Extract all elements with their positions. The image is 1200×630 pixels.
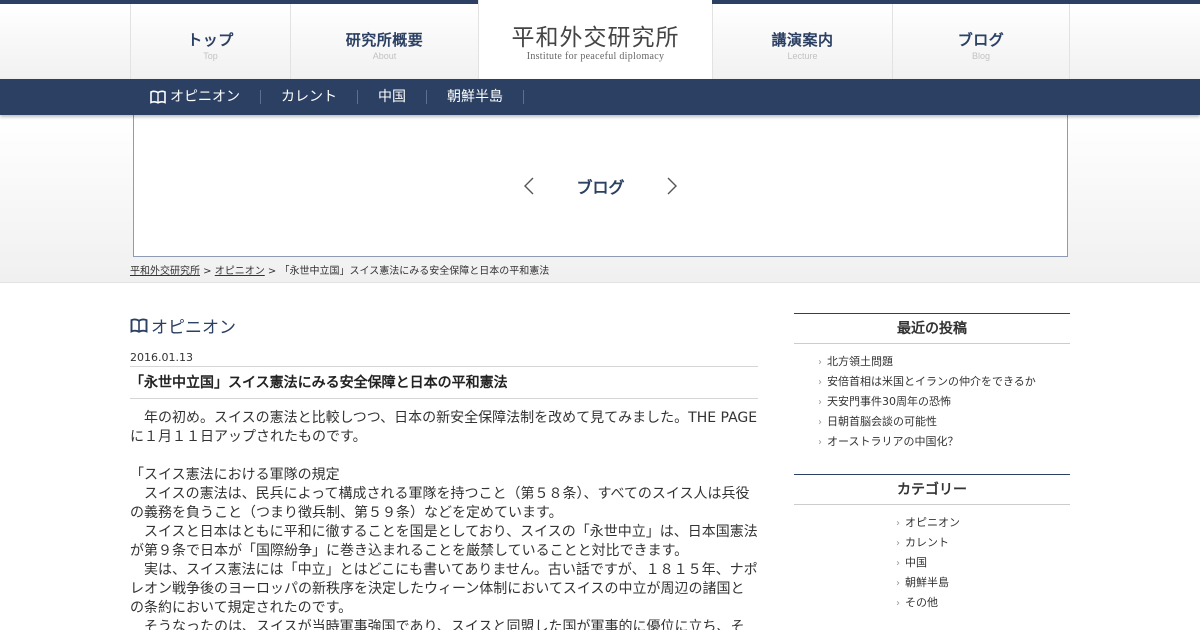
- recent-post-label: オーストラリアの中国化？: [827, 435, 959, 448]
- nav-lecture-sublabel: Lecture: [787, 50, 818, 61]
- subnav-opinion[interactable]: オピニオン: [130, 90, 261, 104]
- nav-about-label: 研究所概要: [345, 30, 424, 49]
- logo-subtitle: Institute for peaceful diplomacy: [526, 50, 665, 62]
- category-heading-label: オピニオン: [151, 317, 236, 338]
- section-divider: [0, 282, 1200, 283]
- nav-lecture-label: 講演案内: [771, 30, 834, 49]
- recent-post-item[interactable]: › 安倍首相は米国とイランの仲介をできるか: [818, 372, 1070, 392]
- nav-lecture[interactable]: 講演案内 Lecture: [712, 4, 892, 79]
- recent-post-label: 安倍首相は米国とイランの仲介をできるか: [827, 375, 1036, 388]
- categories-title: カテゴリー: [794, 474, 1070, 505]
- category-item[interactable]: › オピニオン: [896, 513, 1070, 533]
- nav-about[interactable]: 研究所概要 About: [290, 4, 478, 79]
- category-nav: オピニオン カレント 中国 朝鮮半島: [0, 79, 1200, 115]
- recent-post-item[interactable]: › 日朝首脳会談の可能性: [818, 412, 1070, 432]
- chevron-right-icon[interactable]: [665, 176, 679, 196]
- post-paragraph: 実は、スイス憲法には「中立」とはどこにも書いてありません。古い話ですが、１８１５…: [130, 562, 758, 616]
- post-title: 「永世中立国」スイス憲法にみる安全保障と日本の平和憲法: [130, 367, 758, 399]
- post-content: オピニオン 2016.01.13 「永世中立国」スイス憲法にみる安全保障と日本の…: [130, 313, 758, 630]
- post-paragraph: 「スイス憲法における軍隊の規定: [130, 467, 340, 483]
- category-label: 朝鮮半島: [905, 576, 949, 589]
- breadcrumb-home[interactable]: 平和外交研究所: [130, 266, 200, 277]
- breadcrumb-separator: >: [264, 266, 280, 277]
- category-label: その他: [905, 596, 938, 609]
- breadcrumb-separator: >: [200, 266, 215, 277]
- hero-banner: ブログ: [133, 115, 1068, 257]
- chevron-right-icon: ›: [896, 598, 900, 609]
- nav-top-label: トップ: [187, 30, 234, 49]
- post-paragraph: そうなったのは、スイスが当時軍事強国であり、スイスと同盟した国が軍事的に優位に立…: [130, 619, 745, 630]
- logo-title: 平和外交研究所: [511, 24, 680, 51]
- chevron-left-icon[interactable]: [522, 176, 536, 196]
- book-icon: [150, 90, 166, 104]
- subnav-china[interactable]: 中国: [358, 90, 427, 104]
- post-paragraph: スイスと日本はともに平和に徹することを国是としており、スイスの「永世中立」は、日…: [130, 524, 758, 559]
- post-body: 年の初め。スイスの憲法と比較しつつ、日本の新安全保障法制を改めて見てみました。T…: [130, 409, 758, 630]
- breadcrumb-category[interactable]: オピニオン: [215, 266, 265, 277]
- chevron-right-icon: ›: [818, 357, 822, 368]
- hero-title: ブログ: [576, 177, 625, 197]
- recent-posts-widget: 最近の投稿 › 北方領土問題 › 安倍首相は米国とイランの仲介をできるか › 天安門事…: [794, 313, 1070, 452]
- chevron-right-icon: ›: [896, 578, 900, 589]
- chevron-right-icon: ›: [896, 558, 900, 569]
- nav-blog-sublabel: Blog: [971, 50, 990, 61]
- chevron-right-icon: ›: [818, 417, 822, 428]
- sidebar: 最近の投稿 › 北方領土問題 › 安倍首相は米国とイランの仲介をできるか › 天安門事…: [794, 313, 1070, 613]
- post-paragraph: 年の初め。スイスの憲法と比較しつつ、日本の新安全保障法制を改めて見てみました。T…: [130, 410, 758, 445]
- category-item[interactable]: › その他: [896, 593, 1070, 613]
- recent-posts-list: › 北方領土問題 › 安倍首相は米国とイランの仲介をできるか › 天安門事件30周年の…: [818, 352, 1070, 452]
- book-icon: [130, 318, 148, 333]
- recent-post-label: 天安門事件30周年の恐怖: [827, 395, 951, 408]
- nav-top-sublabel: Top: [203, 50, 218, 61]
- recent-posts-title: 最近の投稿: [794, 313, 1070, 344]
- chevron-right-icon: ›: [896, 538, 900, 549]
- category-heading: オピニオン: [130, 313, 758, 338]
- subnav-current[interactable]: カレント: [261, 90, 358, 104]
- nav-about-sublabel: About: [372, 50, 397, 61]
- hero-section: ブログ 平和外交研究所 > オピニオン > 「永世中立国」スイス憲法にみる安全保…: [0, 115, 1200, 282]
- recent-post-item[interactable]: › オーストラリアの中国化？: [818, 432, 1070, 452]
- category-item[interactable]: › カレント: [896, 533, 1070, 553]
- subnav-korea[interactable]: 朝鮮半島: [427, 90, 524, 104]
- nav-blog-label: ブログ: [957, 30, 1005, 49]
- breadcrumb: 平和外交研究所 > オピニオン > 「永世中立国」スイス憲法にみる安全保障と日本…: [130, 262, 549, 277]
- site-logo[interactable]: 平和外交研究所 Institute for peaceful diplomacy: [478, 0, 712, 79]
- chevron-right-icon: ›: [818, 377, 822, 388]
- recent-post-label: 北方領土問題: [827, 355, 893, 368]
- chevron-right-icon: ›: [818, 397, 822, 408]
- site-header: トップ Top 研究所概要 About 平和外交研究所 Institute fo…: [0, 0, 1200, 79]
- chevron-right-icon: ›: [896, 518, 900, 529]
- recent-post-item[interactable]: › 北方領土問題: [818, 352, 1070, 372]
- category-item[interactable]: › 中国: [896, 553, 1070, 573]
- post-date: 2016.01.13: [130, 351, 758, 367]
- chevron-right-icon: ›: [818, 437, 822, 448]
- breadcrumb-current: 「永世中立国」スイス憲法にみる安全保障と日本の平和憲法: [279, 266, 550, 277]
- category-item[interactable]: › 朝鮮半島: [896, 573, 1070, 593]
- category-label: 中国: [905, 556, 927, 569]
- nav-blog[interactable]: ブログ Blog: [892, 4, 1070, 79]
- category-label: カレント: [905, 536, 949, 549]
- subnav-opinion-label: オピニオン: [170, 89, 240, 105]
- category-label: オピニオン: [905, 516, 960, 529]
- post-paragraph: スイスの憲法は、民兵によって構成される軍隊を持つこと（第５８条）、すべてのスイス…: [130, 486, 750, 521]
- categories-list: › オピニオン › カレント › 中国 › 朝鮮半島 › その他: [896, 513, 1070, 613]
- main-nav: トップ Top 研究所概要 About 平和外交研究所 Institute fo…: [130, 0, 1070, 79]
- recent-post-item[interactable]: › 天安門事件30周年の恐怖: [818, 392, 1070, 412]
- nav-top[interactable]: トップ Top: [130, 4, 290, 79]
- recent-post-label: 日朝首脳会談の可能性: [827, 415, 937, 428]
- categories-widget: カテゴリー › オピニオン › カレント › 中国 › 朝鮮半島 › その他: [794, 474, 1070, 613]
